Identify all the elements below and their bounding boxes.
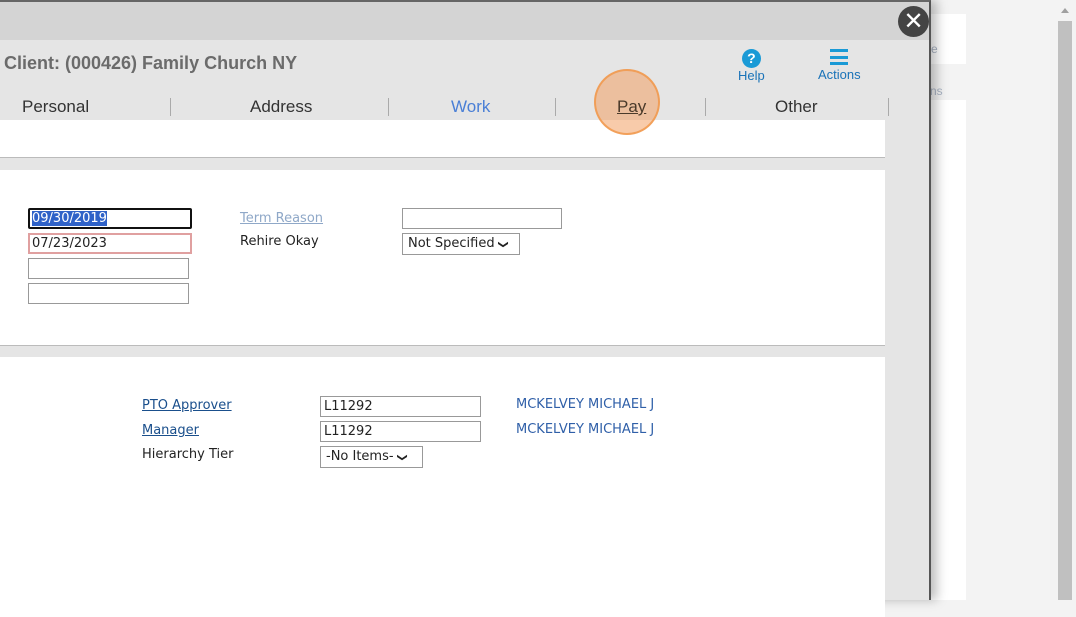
manager-name: MCKELVEY MICHAEL J <box>516 422 655 437</box>
employee-modal: ✕ Client: (000426) Family Church NY ? He… <box>0 0 931 617</box>
background-card <box>930 100 966 600</box>
tab-divider <box>555 98 556 116</box>
scroll-up-icon[interactable] <box>1061 8 1069 13</box>
pto-approver-name: MCKELVEY MICHAEL J <box>516 397 655 412</box>
scroll-thumb[interactable] <box>1058 21 1072 600</box>
tab-personal[interactable]: Personal <box>22 97 89 117</box>
term-reason-link[interactable]: Term Reason <box>240 211 323 226</box>
hierarchy-tier-value: -No Items- <box>326 449 394 464</box>
date-input-4[interactable] <box>28 283 189 304</box>
date-input-1[interactable]: 09/30/2019 <box>28 208 192 229</box>
panel-dates: 09/30/2019 07/23/2023 Term Reason Rehire… <box>0 170 885 346</box>
tab-divider <box>888 98 889 116</box>
close-icon: ✕ <box>903 7 924 35</box>
tab-work[interactable]: Work <box>451 97 490 117</box>
rehire-okay-value: Not Specified <box>408 236 495 251</box>
term-reason-input[interactable] <box>402 208 562 229</box>
rehire-okay-label: Rehire Okay <box>240 234 319 249</box>
help-icon: ? <box>741 49 761 68</box>
chevron-down-icon: ❯ <box>396 453 408 462</box>
help-button[interactable]: ? Help <box>738 49 765 83</box>
background-text: e <box>931 42 938 56</box>
panel-hierarchy: PTO Approver L11292 MCKELVEY MICHAEL J M… <box>0 357 885 617</box>
date-input-2[interactable]: 07/23/2023 <box>28 233 192 254</box>
background-card <box>930 14 966 64</box>
tab-pay[interactable]: Pay <box>617 97 646 117</box>
tab-other[interactable]: Other <box>775 97 818 117</box>
menu-icon <box>830 49 849 65</box>
manager-link[interactable]: Manager <box>142 423 199 438</box>
tab-address[interactable]: Address <box>250 97 312 117</box>
client-title: Client: (000426) Family Church NY <box>4 53 298 73</box>
date-input-3[interactable] <box>28 258 189 279</box>
help-label: Help <box>738 68 765 83</box>
actions-button[interactable]: Actions <box>818 49 861 82</box>
tab-divider <box>388 98 389 116</box>
actions-label: Actions <box>818 67 861 82</box>
manager-input[interactable]: L11292 <box>320 421 481 442</box>
hierarchy-tier-label: Hierarchy Tier <box>142 447 234 462</box>
tab-divider <box>170 98 171 116</box>
rehire-okay-select[interactable]: Not Specified ❯ <box>402 233 520 255</box>
pto-approver-input[interactable]: L11292 <box>320 396 481 417</box>
close-button[interactable]: ✕ <box>898 6 929 37</box>
panel-top <box>0 120 885 158</box>
background-text: ns <box>930 84 943 98</box>
hierarchy-tier-select[interactable]: -No Items- ❯ <box>320 446 423 468</box>
modal-titlebar <box>0 2 929 40</box>
chevron-down-icon: ❯ <box>497 240 509 249</box>
page-scrollbar[interactable] <box>1057 0 1076 600</box>
tab-divider <box>705 98 706 116</box>
pto-approver-link[interactable]: PTO Approver <box>142 398 232 413</box>
date-value: 09/30/2019 <box>32 211 107 226</box>
